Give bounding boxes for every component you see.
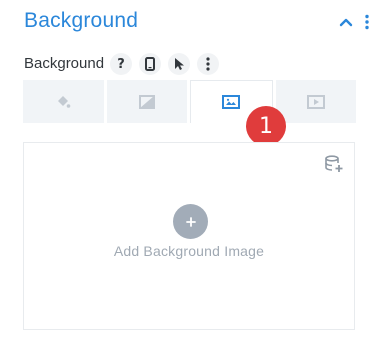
- chevron-up-icon[interactable]: [339, 15, 353, 29]
- background-type-tabs: [23, 80, 356, 123]
- tab-gradient[interactable]: [106, 80, 187, 123]
- image-icon: [222, 95, 241, 109]
- stack-add-icon[interactable]: [324, 155, 344, 173]
- image-dropzone[interactable]: Add Background Image: [23, 142, 355, 330]
- kebab-menu-icon[interactable]: [364, 14, 370, 30]
- hover-state-button[interactable]: [168, 53, 190, 75]
- kebab-menu-icon: [206, 57, 210, 71]
- add-image-button[interactable]: [173, 204, 208, 239]
- plus-icon: [185, 216, 196, 227]
- video-icon: [306, 94, 325, 109]
- tab-video[interactable]: [275, 80, 356, 123]
- field-options-button[interactable]: [197, 53, 219, 75]
- background-settings-panel: Background Background ? 1 Add Background…: [0, 0, 376, 351]
- gradient-icon: [138, 94, 155, 109]
- tab-color[interactable]: [23, 80, 104, 123]
- background-field-label: Background: [24, 55, 105, 72]
- help-button[interactable]: ?: [110, 53, 132, 75]
- help-icon: ?: [117, 56, 125, 72]
- paint-bucket-icon: [58, 95, 71, 108]
- add-image-label[interactable]: Add Background Image: [24, 243, 354, 259]
- cursor-hover-icon: [175, 58, 184, 70]
- section-title[interactable]: Background: [24, 9, 138, 33]
- responsive-button[interactable]: [139, 53, 161, 75]
- mobile-device-icon: [145, 57, 155, 71]
- step-badge: 1: [246, 106, 286, 146]
